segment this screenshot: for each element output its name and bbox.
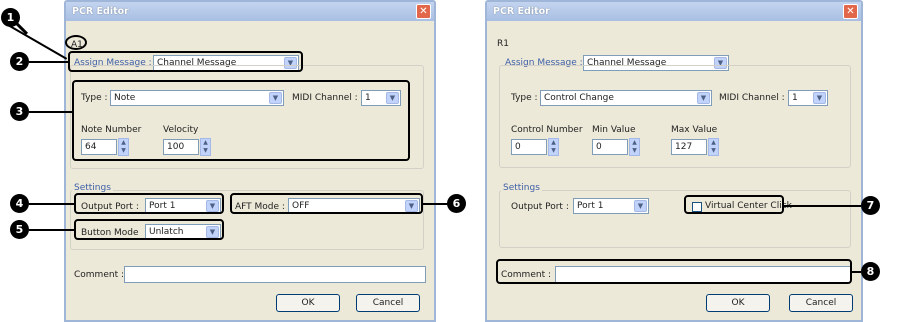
close-icon[interactable]: ✕ (416, 4, 431, 19)
callout-line (29, 111, 73, 113)
window-title: PCR Editor (72, 6, 129, 17)
callout-line (29, 61, 69, 63)
control-id: R1 (497, 39, 509, 49)
callout-badge-6: 6 (447, 194, 466, 213)
title-bar: PCR Editor ✕ (66, 2, 434, 21)
title-bar: PCR Editor ✕ (487, 2, 861, 21)
callout-badge-3: 3 (10, 102, 29, 121)
highlight-control-id (65, 35, 87, 50)
cancel-button[interactable]: Cancel (356, 294, 420, 312)
callout-badge-1: 1 (1, 8, 20, 27)
window-title: PCR Editor (493, 6, 550, 17)
settings-label: Settings (72, 183, 113, 193)
callout-badge-7: 7 (861, 196, 880, 215)
highlight-output-port (74, 193, 224, 214)
callout-line (784, 205, 861, 207)
callout-badge-8: 8 (861, 262, 880, 281)
callout-badge-4: 4 (10, 194, 29, 213)
highlight-assign-message (68, 51, 303, 72)
ok-button[interactable]: OK (706, 294, 770, 312)
close-icon[interactable]: ✕ (843, 4, 858, 19)
midi-channel-label: MIDI Channel : (719, 93, 785, 103)
callout-line (29, 203, 75, 205)
param2-label: Min Value (592, 125, 636, 135)
param2-spinner-icon[interactable]: ▲ ▼ (629, 138, 640, 156)
highlight-comment (496, 259, 852, 284)
output-port-select[interactable]: Port 1 ▼ (573, 198, 649, 214)
callout-line (852, 271, 861, 273)
type-select[interactable]: Control Change ▼ (540, 90, 712, 106)
chevron-down-icon: ▼ (634, 200, 647, 212)
highlight-virtual-center-click (684, 195, 784, 214)
callout-badge-2: 2 (10, 52, 29, 71)
highlight-type-params (72, 80, 410, 161)
callout-badge-5: 5 (10, 220, 29, 239)
settings-group (499, 190, 851, 248)
comment-label: Comment : (74, 270, 124, 280)
ok-button[interactable]: OK (276, 294, 340, 312)
callout-line (29, 229, 75, 231)
type-label: Type : (511, 93, 538, 103)
settings-label: Settings (501, 183, 542, 193)
highlight-button-mode (74, 219, 224, 240)
output-port-label: Output Port : (511, 202, 569, 212)
param1-spinner-icon[interactable]: ▲ ▼ (548, 138, 559, 156)
param1-input[interactable]: 0 (511, 139, 547, 155)
param3-input[interactable]: 127 (671, 139, 707, 155)
param3-label: Max Value (671, 125, 718, 135)
param3-spinner-icon[interactable]: ▲ ▼ (708, 138, 719, 156)
cancel-button[interactable]: Cancel (789, 294, 853, 312)
midi-channel-select[interactable]: 1 ▼ (788, 90, 828, 106)
callout-line (423, 203, 448, 205)
param2-input[interactable]: 0 (592, 139, 628, 155)
highlight-aft-mode (230, 193, 423, 214)
chevron-down-icon: ▼ (697, 92, 710, 104)
param1-label: Control Number (511, 125, 583, 135)
comment-input[interactable] (124, 266, 426, 283)
chevron-down-icon: ▼ (813, 92, 826, 104)
pcr-editor-window-left: PCR Editor ✕ A1 Assign Message : Channel… (64, 0, 436, 322)
